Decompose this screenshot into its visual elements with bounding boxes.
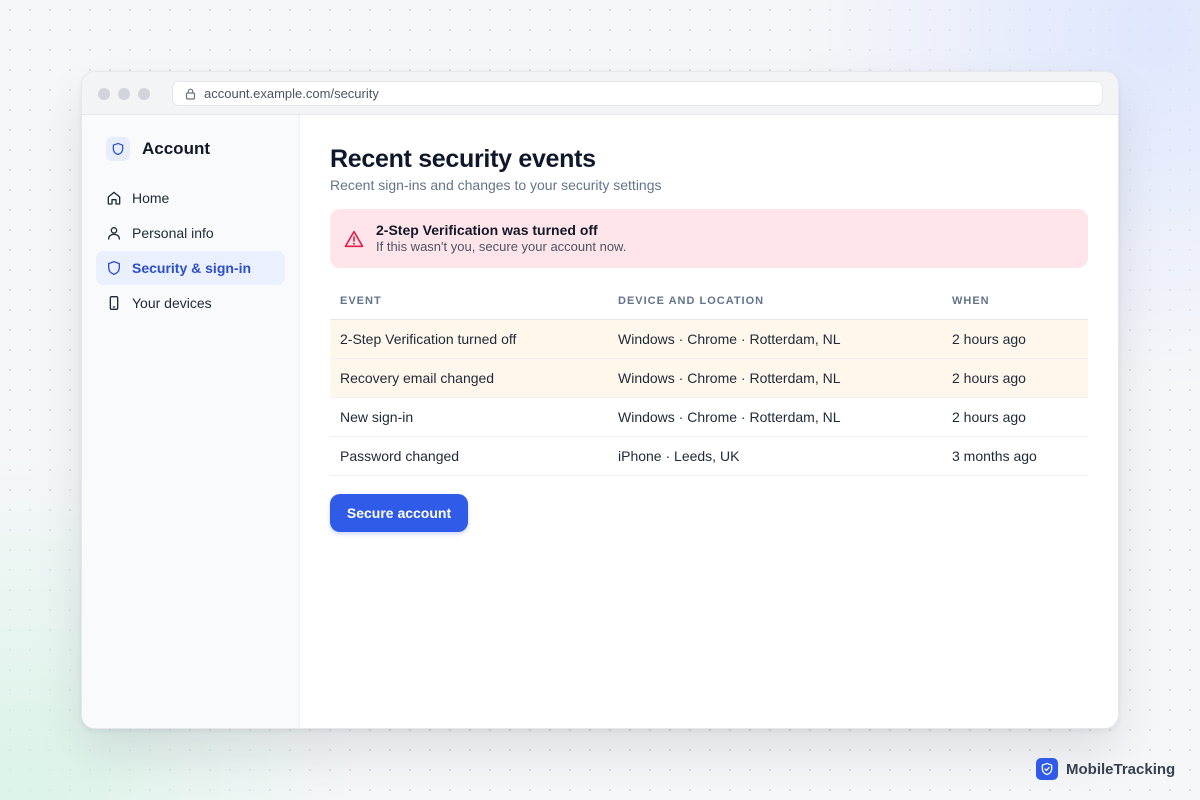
when-cell: 2 hours ago bbox=[942, 319, 1088, 359]
event-cell: Recovery email changed bbox=[330, 358, 608, 398]
table-row[interactable]: Password changed iPhone · Leeds, UK 3 mo… bbox=[330, 436, 1088, 476]
when-cell: 3 months ago bbox=[942, 436, 1088, 476]
shield-icon bbox=[106, 137, 130, 161]
main-panel: Recent security events Recent sign-ins a… bbox=[300, 115, 1118, 728]
when-cell: 2 hours ago bbox=[942, 358, 1088, 398]
sidebar-title: Account bbox=[142, 139, 210, 158]
sidebar-item-your-devices[interactable]: Your devices bbox=[96, 286, 285, 320]
user-icon bbox=[108, 227, 120, 240]
window-close-dot[interactable] bbox=[98, 88, 110, 100]
event-cell: Password changed bbox=[330, 436, 608, 476]
browser-window: account.example.com/security Account Hom… bbox=[81, 71, 1119, 729]
column-header-event: EVENT bbox=[330, 289, 608, 320]
window-minimize-dot[interactable] bbox=[118, 88, 130, 100]
device-cell: Windows · Chrome · Rotterdam, NL bbox=[608, 319, 942, 359]
alert-title: 2-Step Verification was turned off bbox=[376, 222, 598, 238]
page-title: Recent security events bbox=[330, 145, 596, 173]
sidebar-item-label: Personal info bbox=[132, 225, 214, 241]
shield-check-icon bbox=[1036, 758, 1058, 780]
sidebar-item-label: Security & sign-in bbox=[132, 260, 252, 276]
when-cell: 2 hours ago bbox=[942, 397, 1088, 437]
table-row[interactable]: Recovery email changed Windows · Chrome … bbox=[330, 358, 1088, 398]
sidebar: Account Home Personal info Security & si… bbox=[82, 115, 300, 728]
sidebar-item-personal-info[interactable]: Personal info bbox=[96, 216, 285, 250]
shield-icon bbox=[108, 261, 120, 275]
watermark-label: MobileTracking bbox=[1066, 760, 1176, 778]
device-cell: Windows · Chrome · Rotterdam, NL bbox=[608, 358, 942, 398]
warning-icon bbox=[344, 230, 364, 248]
device-cell: Windows · Chrome · Rotterdam, NL bbox=[608, 397, 942, 437]
page-subtitle: Recent sign-ins and changes to your secu… bbox=[330, 177, 662, 193]
table-row[interactable]: New sign-in Windows · Chrome · Rotterdam… bbox=[330, 397, 1088, 437]
lock-icon bbox=[185, 88, 196, 100]
event-cell: New sign-in bbox=[330, 397, 608, 437]
browser-titlebar: account.example.com/security bbox=[82, 72, 1118, 115]
sidebar-item-label: Home bbox=[132, 190, 170, 206]
security-events-table: EVENT DEVICE AND LOCATION WHEN 2-Step Ve… bbox=[330, 289, 1088, 476]
window-maximize-dot[interactable] bbox=[138, 88, 150, 100]
home-icon bbox=[107, 191, 121, 205]
event-cell: 2-Step Verification turned off bbox=[330, 319, 608, 359]
security-alert: 2-Step Verification was turned off If th… bbox=[330, 209, 1088, 268]
phone-icon bbox=[109, 296, 119, 310]
sidebar-item-home[interactable]: Home bbox=[96, 181, 285, 215]
secure-account-button[interactable]: Secure account bbox=[330, 493, 468, 532]
alert-body: 2-Step Verification was turned off If th… bbox=[376, 222, 626, 255]
watermark: MobileTracking bbox=[1036, 758, 1175, 780]
page-content: Account Home Personal info Security & si… bbox=[82, 115, 1118, 728]
column-header-device: DEVICE AND LOCATION bbox=[608, 289, 942, 320]
alert-text: If this wasn't you, secure your account … bbox=[376, 239, 627, 254]
table-row[interactable]: 2-Step Verification turned off Windows ·… bbox=[330, 319, 1088, 359]
url-text: account.example.com/security bbox=[204, 86, 379, 101]
table-header-row: EVENT DEVICE AND LOCATION WHEN bbox=[330, 289, 1088, 320]
sidebar-item-security[interactable]: Security & sign-in bbox=[96, 251, 285, 285]
address-bar[interactable]: account.example.com/security bbox=[172, 81, 1103, 106]
device-cell: iPhone · Leeds, UK bbox=[608, 436, 942, 476]
sidebar-brand: Account bbox=[106, 137, 285, 161]
column-header-when: WHEN bbox=[942, 289, 1088, 320]
sidebar-item-label: Your devices bbox=[132, 295, 212, 311]
